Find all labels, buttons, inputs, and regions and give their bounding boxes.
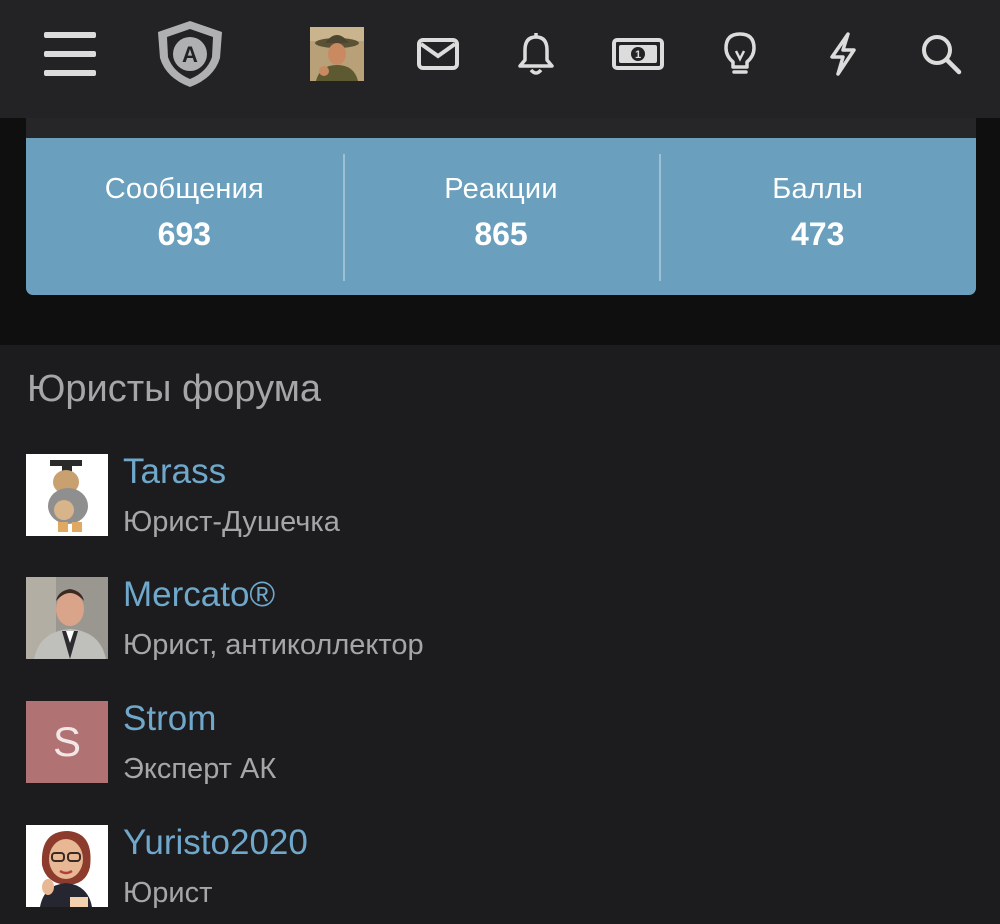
stat-label: Сообщения (104, 172, 264, 205)
svg-text:1: 1 (635, 49, 641, 61)
member-role: Юрист-Душечка (123, 506, 340, 538)
member-role: Юрист, антиколлектор (123, 629, 424, 661)
bell-icon[interactable] (508, 0, 564, 108)
stat-points[interactable]: Баллы 473 (659, 138, 976, 295)
letter-avatar[interactable]: S (26, 701, 108, 783)
member-name-link[interactable]: Mercato® (123, 575, 275, 615)
member-name-link[interactable]: Tarass (123, 452, 226, 492)
menu-icon[interactable] (38, 0, 102, 108)
member-item: Mercato® Юрист, антиколлектор (26, 575, 966, 661)
stat-label: Реакции (444, 172, 558, 205)
stat-value: 473 (790, 215, 845, 252)
user-stats-section: Сообщения 693 Реакции 865 Баллы 473 (0, 118, 1000, 345)
profile-card-edge (26, 118, 976, 140)
member-item: Yuristo2020 Юрист (26, 823, 966, 909)
member-name-link[interactable]: Strom (123, 699, 216, 739)
member-role: Эксперт АК (123, 753, 277, 785)
stat-value: 693 (157, 215, 212, 252)
cartoon-graduate-avatar[interactable] (26, 454, 108, 536)
search-icon[interactable] (912, 0, 970, 108)
photo-avatar[interactable] (26, 577, 108, 659)
member-role: Юрист (123, 877, 213, 909)
member-item: S Strom Эксперт АК (26, 699, 966, 785)
user-avatar[interactable] (306, 0, 368, 108)
member-item: Tarass Юрист-Душечка (26, 452, 966, 538)
member-name-link[interactable]: Yuristo2020 (123, 823, 308, 863)
money-icon[interactable]: 1 (606, 0, 670, 108)
avatar-letter: S (26, 701, 108, 783)
stat-label: Баллы (772, 172, 864, 205)
shield-logo-icon[interactable]: A (148, 0, 232, 108)
lightbulb-icon[interactable] (712, 0, 768, 108)
stat-reactions[interactable]: Реакции 865 (342, 138, 660, 295)
svg-text:A: A (182, 42, 198, 67)
mail-icon[interactable] (408, 0, 468, 108)
top-navigation-bar: A 1 (0, 0, 1000, 118)
cartoon-woman-avatar[interactable] (26, 825, 108, 907)
section-title: Юристы форума (27, 368, 321, 410)
bolt-icon[interactable] (814, 0, 870, 108)
stats-panel: Сообщения 693 Реакции 865 Баллы 473 (26, 138, 976, 295)
stat-messages[interactable]: Сообщения 693 (26, 138, 343, 295)
stat-value: 865 (474, 215, 528, 252)
